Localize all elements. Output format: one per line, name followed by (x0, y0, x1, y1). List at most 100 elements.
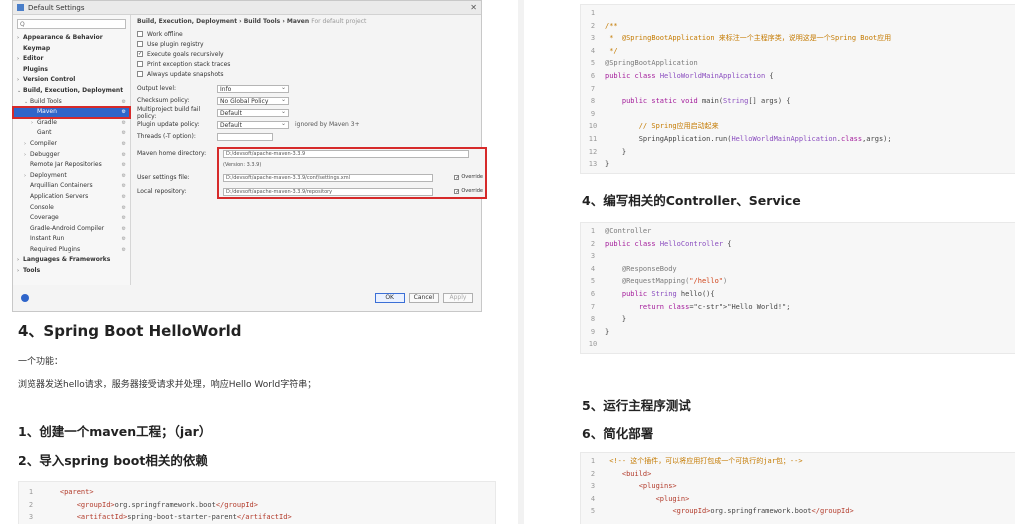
local-repo-field[interactable]: D:/devsoft/apache-maven-3.3.9/repository (223, 188, 433, 196)
settings-search-input[interactable]: Q (17, 19, 126, 29)
line-number: 2 (590, 239, 596, 248)
project-settings-icon: ⚙ (121, 119, 126, 126)
settings-field-row: Multiproject build fail policy: Default (137, 106, 475, 120)
code-text: <parent> (59, 488, 94, 496)
tree-item[interactable]: Maven ⚙ (12, 106, 131, 119)
line-number: 11 (588, 134, 598, 143)
field-dropdown[interactable]: No Global Policy (217, 96, 289, 105)
code-line: 5 @SpringBootApplication (581, 57, 1015, 70)
override-checkbox[interactable]: ✓ (454, 174, 460, 180)
code-line: 6 public class HelloWorldMainApplication … (581, 70, 1015, 83)
line-number: 2 (590, 469, 596, 478)
close-icon[interactable]: ✕ (470, 3, 477, 12)
project-settings-icon: ⚙ (121, 204, 126, 211)
tree-item[interactable]: Keymap (13, 44, 130, 55)
checkbox-row[interactable]: Work offline (137, 29, 475, 39)
tree-item[interactable]: Remote Jar Repositories ⚙ (13, 160, 130, 171)
checkbox[interactable]: ✓ (137, 51, 143, 57)
field-dropdown[interactable]: Default (217, 120, 289, 129)
code-text: } (605, 315, 627, 324)
field-label: Output level: (137, 85, 177, 92)
code-line: 3 <artifactId>spring-boot-starter-parent… (19, 511, 495, 524)
code-line: 11 SpringApplication.run(HelloWorldMainA… (581, 133, 1015, 146)
tree-item[interactable]: Gant ⚙ (13, 128, 130, 139)
tree-item[interactable]: Plugins (13, 65, 130, 76)
heading-run-test: 5、运行主程序测试 (582, 398, 691, 413)
tree-item[interactable]: › Languages & Frameworks (13, 255, 130, 266)
heading-write-controller: 4、编写相关的Controller、Service (582, 193, 801, 208)
checkbox-label: Print exception stack traces (147, 60, 231, 68)
tree-item[interactable]: ⌄ Build Tools ⚙ (13, 97, 130, 108)
code-text: } (605, 160, 610, 169)
paragraph-description: 浏览器发送hello请求，服务器接受请求并处理，响应Hello World字符串… (18, 380, 317, 390)
breadcrumb: Build, Execution, Deployment › Build Too… (137, 18, 367, 25)
field-dropdown[interactable]: Default (217, 108, 289, 117)
tree-item-label: Maven (37, 108, 57, 116)
checkbox-label: Use plugin registry (147, 40, 204, 48)
checkbox[interactable] (137, 41, 143, 47)
user-settings-override[interactable]: ✓ Override (454, 174, 483, 180)
line-number: 1 (590, 9, 596, 17)
tree-item[interactable]: Console ⚙ (13, 203, 130, 214)
tree-item[interactable]: › Gradle ⚙ (13, 118, 130, 129)
line-number: 1 (590, 457, 596, 465)
line-number: 13 (588, 160, 598, 169)
tree-item[interactable]: Instant Run ⚙ (13, 234, 130, 245)
field-dropdown[interactable]: Info (217, 84, 289, 93)
tree-item[interactable]: › Appearance & Behavior (13, 33, 130, 44)
maven-home-field[interactable]: D:/devsoft/apache-maven-3.3.9 (223, 150, 469, 158)
tree-item[interactable]: ⌄ Build, Execution, Deployment (13, 86, 130, 97)
checkbox-row[interactable]: Use plugin registry (137, 39, 475, 49)
local-repo-override[interactable]: ✓ Override (454, 188, 483, 194)
code-line: 2 public class HelloController { (581, 238, 1015, 251)
tree-item[interactable]: › Editor (13, 54, 130, 65)
code-line: 7 return class="c-str">"Hello World!"; (581, 301, 1015, 314)
checkbox[interactable] (137, 61, 143, 67)
code-line: 2 <build> (581, 468, 1015, 481)
line-number: 9 (590, 327, 596, 336)
tree-item[interactable]: Application Servers ⚙ (13, 192, 130, 203)
tree-item[interactable]: Arquillian Containers ⚙ (13, 181, 130, 192)
user-settings-field[interactable]: D:/devsoft/apache-maven-3.3.9/conf/setti… (223, 174, 433, 182)
tree-item[interactable]: Coverage ⚙ (13, 213, 130, 224)
tree-item-label: Compiler (30, 139, 58, 147)
project-settings-icon: ⚙ (121, 151, 126, 158)
line-number: 9 (590, 109, 596, 118)
tree-item[interactable]: › Tools (13, 266, 130, 277)
page-divider (518, 0, 524, 524)
tree-item[interactable]: › Compiler ⚙ (13, 139, 130, 150)
code-line: 13} (581, 158, 1015, 171)
help-icon[interactable] (21, 294, 29, 302)
code-text: } (605, 147, 627, 156)
project-settings-icon: ⚙ (121, 215, 126, 222)
ok-button[interactable]: OK (374, 293, 405, 303)
line-number: 4 (590, 494, 596, 503)
checkbox-row[interactable]: Print exception stack traces (137, 59, 475, 69)
tree-item[interactable]: › Debugger ⚙ (13, 150, 130, 161)
code-text: <artifactId>spring-boot-starter-parent</… (76, 513, 292, 522)
line-number: 5 (590, 59, 596, 68)
project-settings-icon: ⚙ (121, 162, 126, 169)
tree-item[interactable]: Required Plugins ⚙ (13, 245, 130, 256)
override-checkbox[interactable]: ✓ (454, 188, 460, 194)
code-text: */ (605, 46, 618, 55)
code-text: @RequestMapping("/hello") (605, 277, 728, 286)
project-settings-icon: ⚙ (121, 225, 126, 232)
checkbox[interactable] (137, 31, 143, 37)
settings-dialog: Default Settings ✕ Q › Appearance & Behav… (12, 0, 487, 312)
tree-item-label: Keymap (23, 44, 51, 52)
code-line: 3 <plugins> (581, 480, 1015, 493)
code-text: <build> (621, 469, 652, 478)
tree-item[interactable]: › Deployment ⚙ (13, 171, 130, 182)
cancel-button[interactable]: Cancel (408, 293, 439, 303)
right-article-page: 1 2/** 3 * @SpringBootApplication 来标注一个主程序… (532, 0, 1015, 524)
apply-button[interactable]: Apply (443, 293, 473, 303)
checkbox[interactable] (137, 71, 143, 77)
checkbox-row[interactable]: ✓ Execute goals recursively (137, 49, 475, 59)
tree-item[interactable]: › Version Control (13, 75, 130, 86)
threads-input[interactable] (217, 132, 273, 141)
checkbox-row[interactable]: Always update snapshots (137, 69, 475, 79)
intellij-logo-icon (17, 4, 24, 11)
tree-item[interactable]: Gradle-Android Compiler ⚙ (13, 224, 130, 235)
paragraph-feature: 一个功能： (18, 357, 64, 367)
